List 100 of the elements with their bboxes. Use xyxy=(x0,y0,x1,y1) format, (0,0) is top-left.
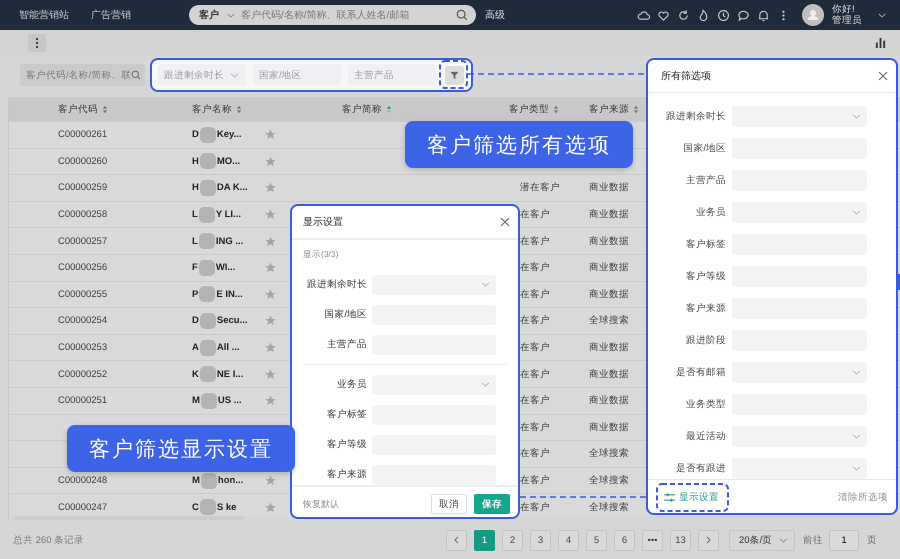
star-icon[interactable] xyxy=(265,342,276,354)
column-header[interactable]: 客户简称 xyxy=(342,103,382,116)
column-header[interactable]: 客户类型 xyxy=(509,103,549,116)
customer-name[interactable]: H xyxy=(192,156,199,167)
chevron-left-icon xyxy=(454,536,459,544)
page-input[interactable]: 1 xyxy=(829,530,859,550)
customer-name[interactable]: US ... xyxy=(218,395,242,406)
customer-name[interactable]: S ke xyxy=(216,502,236,513)
customer-name[interactable]: M xyxy=(192,475,200,486)
page-button[interactable]: ••• xyxy=(642,530,663,550)
customer-name[interactable]: P xyxy=(192,288,198,300)
page-size-select[interactable]: 20条/页 xyxy=(729,530,795,550)
close-icon[interactable] xyxy=(878,71,888,81)
scope-select[interactable]: 客户 xyxy=(199,8,219,22)
customer-name[interactable]: Key... xyxy=(216,129,242,140)
clear-link[interactable]: 清除所选项 xyxy=(838,491,888,504)
select-field[interactable] xyxy=(732,426,867,447)
customer-name[interactable]: ING ... xyxy=(216,236,244,247)
page-button[interactable]: 13 xyxy=(670,530,691,550)
close-icon[interactable] xyxy=(500,217,510,227)
next-page-button[interactable] xyxy=(698,530,719,550)
page-button[interactable]: 4 xyxy=(558,530,579,550)
customer-name[interactable]: WI... xyxy=(216,262,236,274)
star-icon[interactable] xyxy=(265,236,276,247)
customer-name[interactable]: L xyxy=(192,236,198,247)
page-button[interactable]: 2 xyxy=(502,530,523,550)
customer-name[interactable]: MO... xyxy=(216,156,240,167)
select-field[interactable] xyxy=(372,374,496,394)
search-field[interactable]: 客户代码/名称/简称、联 xyxy=(20,64,145,86)
caret-icon[interactable] xyxy=(878,12,886,18)
select-field[interactable] xyxy=(732,106,867,127)
customer-name[interactable]: M xyxy=(192,395,200,406)
column-header[interactable]: 客户名称 xyxy=(192,103,232,116)
star-icon[interactable] xyxy=(265,156,276,167)
collapse-handle[interactable] xyxy=(896,274,900,290)
filter-field[interactable]: 主营产品 xyxy=(348,64,436,86)
chat-icon[interactable] xyxy=(737,8,750,22)
field-label: 是否有跟进 xyxy=(675,462,727,475)
filter-field[interactable]: 国家/地区 xyxy=(253,64,341,86)
select-field[interactable] xyxy=(732,458,867,479)
bell-icon[interactable] xyxy=(757,8,770,22)
star-icon[interactable] xyxy=(265,502,276,513)
page-button[interactable]: 5 xyxy=(586,530,607,550)
sort-icon[interactable] xyxy=(236,105,242,114)
star-icon[interactable] xyxy=(265,262,276,274)
star-icon[interactable] xyxy=(265,315,276,326)
customer-name[interactable]: All ... xyxy=(216,342,240,354)
table-cell: 在客户 xyxy=(520,420,550,434)
star-icon[interactable] xyxy=(265,368,276,380)
star-icon[interactable] xyxy=(265,182,276,194)
star-icon[interactable] xyxy=(265,395,276,406)
clock-icon[interactable] xyxy=(717,8,730,22)
sort-ascending-icon[interactable] xyxy=(386,105,392,114)
heart-icon[interactable] xyxy=(657,8,670,22)
bar-chart-icon[interactable] xyxy=(875,37,886,48)
customer-name[interactable]: D xyxy=(192,315,199,326)
customer-name[interactable]: Y LI... xyxy=(216,209,241,220)
star-icon[interactable] xyxy=(265,209,276,220)
customer-name[interactable]: Secu... xyxy=(216,315,248,326)
more-button[interactable] xyxy=(28,34,46,52)
customer-name[interactable]: NE I... xyxy=(216,368,244,380)
callout-label: 客户筛选显示设置 xyxy=(67,425,295,472)
customer-name[interactable]: DA K... xyxy=(216,182,248,194)
cloud-icon[interactable] xyxy=(637,8,650,22)
customer-name[interactable]: E IN... xyxy=(216,288,243,300)
page-button[interactable]: 3 xyxy=(530,530,551,550)
sort-icon[interactable] xyxy=(633,105,639,114)
select-field[interactable] xyxy=(372,274,496,294)
nav-link[interactable]: 智能营销站 xyxy=(19,8,69,22)
previous-page-button[interactable] xyxy=(446,530,467,550)
star-icon[interactable] xyxy=(265,288,276,300)
cancel-button[interactable]: 取消 xyxy=(431,494,467,514)
select-field[interactable] xyxy=(732,362,867,383)
search-icon[interactable] xyxy=(131,70,141,80)
filter-button[interactable] xyxy=(445,66,464,84)
nav-link[interactable]: 广告营销 xyxy=(91,8,131,22)
star-icon[interactable] xyxy=(265,129,276,140)
sort-icon[interactable] xyxy=(102,105,108,114)
customer-name[interactable]: K xyxy=(192,368,199,380)
avatar[interactable] xyxy=(802,4,824,26)
customer-name[interactable]: F xyxy=(192,262,198,274)
customer-name[interactable]: H xyxy=(192,182,199,194)
filter-select[interactable]: 跟进剩余时长 xyxy=(158,64,246,86)
customer-name[interactable]: D xyxy=(192,129,199,140)
customer-name[interactable]: C xyxy=(192,502,199,513)
advanced-link[interactable]: 高级 xyxy=(485,8,505,22)
customer-name[interactable]: A xyxy=(192,342,199,354)
page-button[interactable]: 6 xyxy=(614,530,635,550)
customer-name[interactable]: L xyxy=(192,209,198,220)
select-field[interactable] xyxy=(732,202,867,223)
column-header[interactable]: 客户代码 xyxy=(58,103,98,116)
column-header[interactable]: 客户来源 xyxy=(589,103,629,116)
reset-link[interactable]: 恢复默认 xyxy=(303,498,339,510)
display-settings-button[interactable]: 显示设置 xyxy=(660,488,723,507)
search-icon[interactable] xyxy=(456,9,468,21)
sort-icon[interactable] xyxy=(553,105,559,114)
customer-name[interactable]: hon... xyxy=(218,475,244,486)
refresh-icon[interactable] xyxy=(677,8,690,22)
table-cell: 在客户 xyxy=(520,474,550,488)
star-icon[interactable] xyxy=(265,475,276,486)
